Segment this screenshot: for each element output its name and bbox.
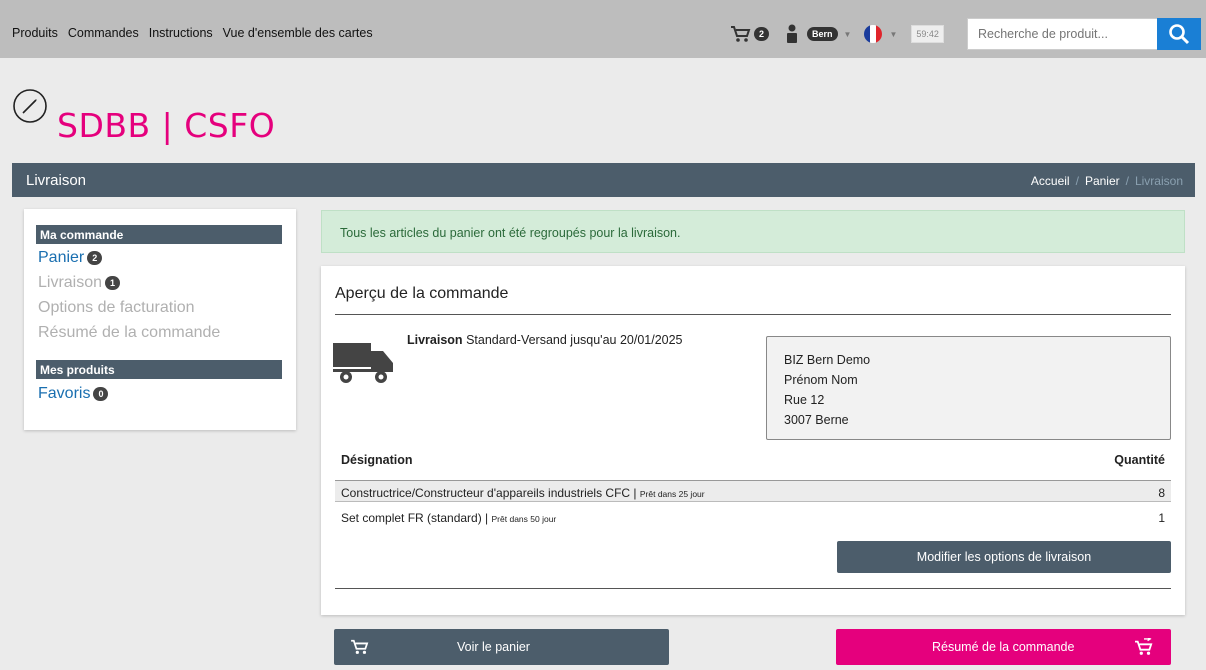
modify-delivery-button[interactable]: Modifier les options de livraison (837, 541, 1171, 573)
item-name: Set complet FR (standard) | (341, 511, 489, 525)
view-cart-button[interactable]: Voir le panier (334, 629, 669, 665)
item-ready: Prêt dans 25 jour (639, 489, 705, 499)
item-quantity: 1 (1158, 511, 1165, 525)
breadcrumb-separator: / (1125, 174, 1129, 188)
breadcrumb-separator: / (1075, 174, 1079, 188)
view-cart-label: Voir le panier (457, 640, 530, 654)
column-header-quantity: Quantité (1114, 453, 1165, 467)
sidebar-item-label: Favoris (38, 385, 91, 402)
address-line: Rue 12 (784, 393, 825, 407)
order-sidebar: Ma commande Panier 2 Livraison 1 Options… (24, 209, 296, 430)
nav-cartes[interactable]: Vue d'ensemble des cartes (223, 26, 373, 40)
breadcrumb-current: Livraison (1134, 174, 1183, 188)
cart-count-badge: 2 (754, 27, 770, 41)
nav-instructions[interactable]: Instructions (149, 26, 213, 40)
delivery-count-badge: 1 (105, 276, 121, 290)
order-summary-button[interactable]: Résumé de la commande (836, 629, 1171, 665)
table-row: Constructrice/Constructeur d'appareils i… (335, 480, 1171, 502)
delivery-label: Livraison (407, 333, 463, 347)
compass-logo-icon (13, 89, 47, 123)
search-icon (1169, 24, 1190, 45)
sidebar-heading-order: Ma commande (36, 225, 282, 244)
delivery-text: Standard-Versand jusqu'au 20/01/2025 (466, 333, 683, 347)
breadcrumb-cart[interactable]: Panier (1085, 174, 1120, 188)
cart-icon (731, 26, 751, 42)
address-line: 3007 Berne (784, 413, 849, 427)
user-badge[interactable]: Bern (807, 27, 838, 41)
top-right-tools: 2 Bern ▼ ▼ 59:42 (730, 22, 944, 46)
cart-count-badge: 2 (87, 251, 103, 265)
order-summary-label: Résumé de la commande (932, 640, 1075, 654)
item-ready: Prêt dans 50 jour (491, 514, 557, 524)
language-caret-icon[interactable]: ▼ (889, 30, 897, 39)
divider (335, 588, 1171, 589)
breadcrumb: Accueil / Panier / Livraison (1031, 174, 1183, 188)
sidebar-item-options: Options de facturation (38, 299, 195, 316)
order-overview-card: Aperçu de la commande Livraison Standard… (321, 266, 1185, 615)
item-name: Constructrice/Constructeur d'appareils i… (341, 486, 637, 500)
table-row: Set complet FR (standard) | Prêt dans 50… (335, 506, 1171, 528)
page-title: Livraison (26, 172, 87, 189)
page-title-bar: Livraison Accueil / Panier / Livraison (12, 163, 1195, 197)
favorites-count-badge: 0 (93, 387, 109, 401)
brand-logo[interactable]: SDBB | CSFO (57, 106, 275, 145)
search-button[interactable] (1157, 18, 1201, 50)
address-line: BIZ Bern Demo (784, 353, 871, 367)
address-line: Prénom Nom (784, 373, 858, 387)
session-timer: 59:42 (911, 25, 944, 43)
sidebar-item-resume: Résumé de la commande (38, 324, 221, 341)
sidebar-heading-products: Mes produits (36, 360, 282, 379)
nav-commandes[interactable]: Commandes (68, 26, 139, 40)
cart-icon (351, 639, 369, 654)
sidebar-item-label: Panier (38, 249, 85, 266)
divider (335, 314, 1171, 315)
user-icon[interactable] (785, 24, 799, 44)
french-flag-icon[interactable] (863, 24, 883, 44)
column-header-designation: Désignation (341, 453, 413, 467)
success-alert: Tous les articles du panier ont été regr… (321, 210, 1185, 253)
breadcrumb-home[interactable]: Accueil (1031, 174, 1070, 188)
user-caret-icon[interactable]: ▼ (844, 30, 852, 39)
truck-icon (333, 343, 393, 383)
cart-arrow-icon (1135, 638, 1153, 655)
delivery-method: Livraison Standard-Versand jusqu'au 20/0… (407, 333, 683, 347)
main-nav: Produits Commandes Instructions Vue d'en… (12, 26, 373, 40)
sidebar-item-favoris[interactable]: Favoris 0 (38, 385, 109, 403)
search-input[interactable] (967, 18, 1157, 50)
cart-button[interactable]: 2 (730, 25, 770, 43)
delivery-address: BIZ Bern Demo Prénom Nom Rue 12 3007 Ber… (766, 336, 1171, 440)
card-title: Aperçu de la commande (335, 285, 509, 302)
top-bar: Produits Commandes Instructions Vue d'en… (0, 0, 1206, 58)
sidebar-item-livraison: Livraison 1 (38, 274, 121, 292)
sidebar-item-label: Livraison (38, 274, 103, 291)
nav-produits[interactable]: Produits (12, 26, 58, 40)
sidebar-item-panier[interactable]: Panier 2 (38, 249, 103, 267)
item-quantity: 8 (1158, 486, 1165, 500)
